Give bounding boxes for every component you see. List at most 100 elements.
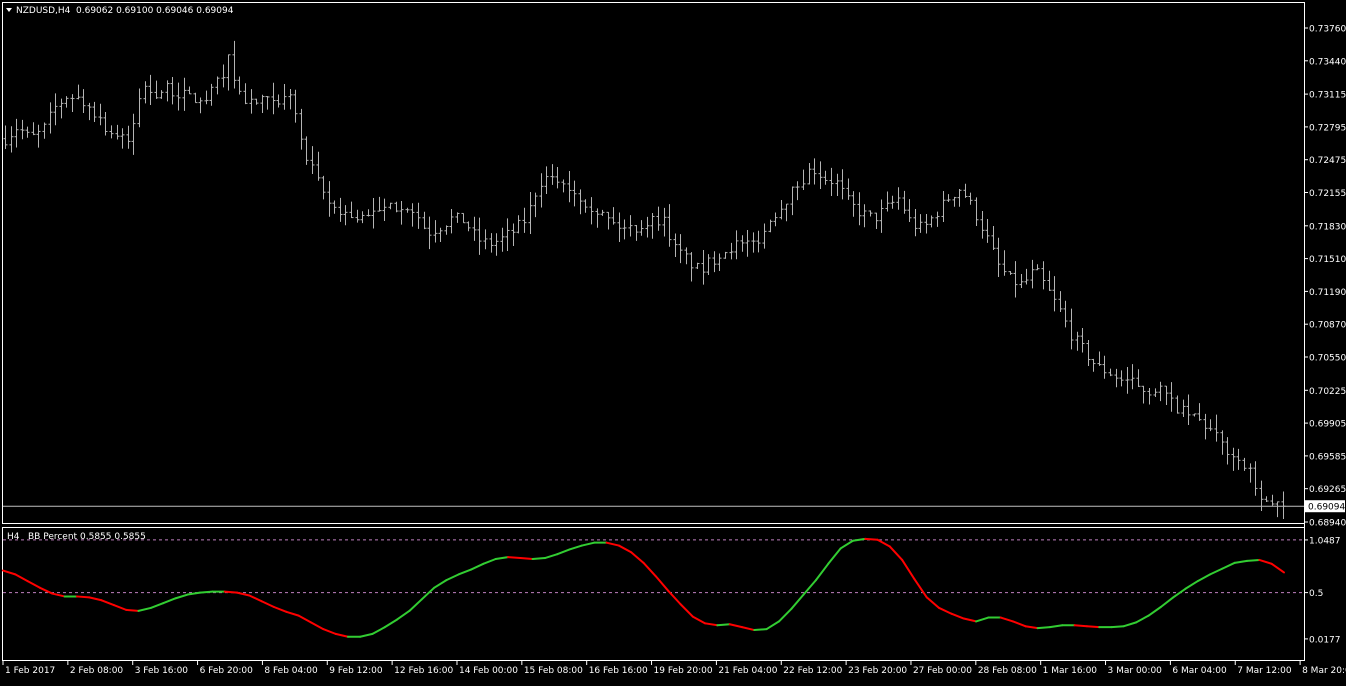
bb-percent-segment — [334, 632, 349, 638]
price-tick-label: 0.72475 — [1309, 156, 1346, 166]
ohlc-bar — [902, 190, 907, 214]
ohlc-bar — [929, 215, 934, 228]
price-tick-label: 0.73440 — [1309, 57, 1346, 67]
bb-percent-segment — [125, 608, 140, 612]
ohlc-bar — [505, 218, 510, 252]
bb-percent-segment — [519, 557, 534, 560]
ohlc-bar — [42, 122, 47, 139]
ohlc-bar — [1181, 399, 1186, 417]
ohlc-bar — [890, 195, 895, 209]
ohlc-bar — [773, 212, 778, 227]
ohlc-bar — [522, 207, 527, 233]
ohlc-bar — [673, 233, 678, 258]
ohlc-bar — [455, 212, 460, 223]
ohlc-bar — [656, 206, 661, 231]
ohlc-bar — [1281, 491, 1286, 519]
bb-percent-segment — [605, 541, 620, 547]
ohlc-bar — [1175, 395, 1180, 414]
bb-percent-segment — [470, 562, 485, 571]
dropdown-triangle-icon[interactable] — [6, 8, 12, 12]
ohlc-bar — [427, 216, 432, 250]
ohlc-bar — [913, 208, 918, 237]
bb-percent-segment — [543, 553, 559, 560]
ohlc-bar — [1035, 264, 1040, 271]
ohlc-bar — [539, 173, 544, 208]
bb-percent-segment — [839, 539, 854, 550]
main-chart-header: NZDUSD,H4 0.69062 0.69100 0.69046 0.6909… — [6, 6, 234, 16]
ohlc-bar — [366, 209, 371, 217]
indicator-axis-ticks: 1.0487 0.5 0.0177 — [1304, 536, 1341, 645]
price-tick-label: 0.71510 — [1309, 255, 1346, 265]
ohlc-bar — [416, 202, 421, 229]
ohlc-bar — [438, 227, 443, 243]
ohlc-bar — [1242, 457, 1247, 471]
ohlc-bar — [963, 183, 968, 198]
ohlc-bar — [946, 194, 951, 203]
ohlc-bar — [14, 118, 19, 148]
ohlc-bar — [980, 211, 985, 239]
ohlc-bar — [779, 200, 784, 220]
bb-percent-segment — [359, 632, 374, 638]
bb-percent-segment — [901, 558, 916, 581]
ohlc-bar — [126, 125, 131, 149]
ohlc-bar — [237, 76, 242, 95]
time-tick-label: 3 Mar 00:00 — [1108, 666, 1163, 676]
ohlc-bar — [835, 173, 840, 197]
ohlc-bar — [689, 252, 694, 282]
time-tick-label: 27 Feb 00:00 — [913, 666, 972, 676]
price-tick-label: 0.73115 — [1309, 91, 1346, 101]
price-tick-label: 0.70870 — [1309, 321, 1346, 331]
ohlc-bar — [1275, 501, 1280, 518]
bb-percent-segment — [1270, 562, 1285, 574]
ohlc-bar — [829, 167, 834, 197]
ohlc-bar — [533, 192, 538, 218]
price-tick-label: 0.69905 — [1309, 420, 1346, 430]
ohlc-bar — [59, 98, 64, 119]
ohlc-bar — [567, 170, 572, 203]
bb-percent-segment — [1110, 625, 1125, 629]
ohlc-bar — [511, 223, 516, 246]
bb-percent-segment — [322, 628, 337, 635]
bb-percent-line — [2, 537, 1285, 638]
ohlc-bar — [1248, 463, 1253, 483]
ohlc-bar — [182, 77, 187, 111]
ohlc-bar — [103, 112, 108, 136]
symbol-label: NZDUSD,H4 — [16, 6, 71, 16]
time-tick-label: 21 Feb 04:00 — [718, 666, 777, 676]
ohlc-bar — [918, 214, 923, 233]
ohlc-bar — [377, 196, 382, 212]
bb-percent-segment — [260, 600, 275, 608]
bb-percent-segment — [494, 556, 510, 560]
time-tick-label: 23 Feb 20:00 — [848, 666, 907, 676]
ohlc-bar — [1114, 368, 1119, 388]
bb-percent-segment — [630, 551, 645, 564]
ohlc-bar — [1231, 447, 1236, 471]
ohlc-bar — [1058, 291, 1063, 313]
ohlc-bar — [371, 198, 376, 229]
ohlc-bar — [343, 205, 348, 226]
time-tick-label: 8 Mar 20:00 — [1302, 666, 1346, 676]
bb-percent-segment — [753, 628, 768, 632]
bb-percent-segment — [888, 545, 904, 561]
ohlc-bar — [991, 226, 996, 251]
ohlc-bar — [717, 253, 722, 272]
bb-percent-segment — [1024, 625, 1039, 630]
ohlc-bar — [1197, 403, 1202, 421]
time-tick-label: 7 Mar 12:00 — [1237, 666, 1292, 676]
indicator-tick-label: 1.0487 — [1309, 536, 1341, 546]
bb-percent-segment — [962, 617, 978, 623]
bb-percent-segment — [1209, 567, 1224, 576]
ohlc-bar — [87, 102, 92, 121]
bb-percent-segment — [568, 544, 583, 551]
bb-percent-segment — [531, 557, 546, 560]
ohlc-bar — [1052, 276, 1057, 312]
chart-canvas[interactable]: 0.73760 0.73440 0.73115 0.72795 0.72475 0.721… — [0, 0, 1346, 682]
bb-percent-segment — [617, 544, 633, 554]
bb-percent-segment — [1012, 620, 1027, 628]
time-axis-labels: 1 Feb 2017 2 Feb 08:00 3 Feb 16:00 6 Feb 20… — [2, 661, 1346, 676]
bb-percent-segment — [667, 589, 682, 606]
indicator-name: BB Percent — [28, 532, 78, 542]
price-tick-label: 0.72155 — [1309, 189, 1346, 199]
bb-percent-segment — [457, 568, 473, 576]
ohlc-bar — [840, 169, 845, 200]
